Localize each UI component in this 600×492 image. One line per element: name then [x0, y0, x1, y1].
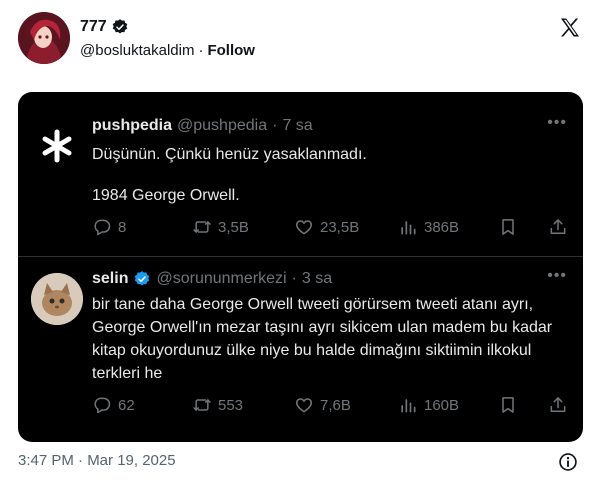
separator-dot: ·	[291, 270, 297, 287]
like-button[interactable]: 23,5B	[294, 217, 359, 237]
more-options-button[interactable]: •••	[547, 267, 567, 285]
pushpedia-avatar[interactable]	[31, 120, 83, 172]
tweet-header: selin @sorununmerkezi · 3 sa	[92, 270, 332, 288]
tweet-header: pushpedia @pushpedia · 7 sa	[92, 117, 313, 135]
share-button[interactable]	[548, 217, 568, 237]
tweet-author-handle[interactable]: @sorununmerkezi	[156, 270, 286, 288]
cat-avatar-illustration	[31, 273, 83, 325]
author-handle-row: @bosluktakaldim · Follow	[80, 42, 255, 59]
verified-badge-icon	[135, 271, 150, 286]
post-timestamp[interactable]: 3:47 PM · Mar 19, 2025	[18, 452, 176, 469]
tweet-author-name[interactable]: selin	[92, 270, 128, 288]
author-name-row: 777	[80, 18, 129, 36]
separator-dot: ·	[272, 117, 278, 134]
tweet-author-name[interactable]: pushpedia	[92, 117, 172, 135]
share-icon	[550, 397, 566, 412]
like-button[interactable]: 7,6B	[294, 395, 351, 415]
tweet-actions: 8 3,5B 23,5B 386B	[92, 217, 572, 241]
reply-button[interactable]: 62	[92, 395, 135, 415]
reply-icon	[94, 219, 111, 236]
asterisk-logo-icon	[42, 129, 72, 163]
tweet-text: bir tane daha George Orwell tweeti görür…	[92, 296, 553, 382]
views-icon	[401, 399, 416, 413]
author-handle[interactable]: @bosluktakaldim	[80, 42, 194, 59]
share-icon	[550, 219, 566, 234]
like-icon	[295, 220, 313, 235]
repost-icon	[193, 399, 211, 411]
repost-icon	[193, 221, 211, 233]
embed-header: 777 @bosluktakaldim · Follow	[18, 12, 584, 66]
separator-dot: ·	[198, 42, 204, 59]
selin-avatar[interactable]	[31, 273, 83, 325]
like-count: 7,6B	[320, 396, 351, 414]
bookmark-icon	[502, 219, 514, 235]
follow-link[interactable]: Follow	[207, 42, 255, 59]
reply-count: 62	[118, 396, 135, 414]
repost-button[interactable]: 3,5B	[192, 217, 249, 237]
reply-tweet[interactable]: selin @sorununmerkezi · 3 sa ••• bir tan…	[18, 257, 583, 442]
tweet-time[interactable]: 3 sa	[302, 270, 332, 288]
share-button[interactable]	[548, 395, 568, 415]
reply-icon	[94, 397, 111, 414]
embedded-conversation-card[interactable]: pushpedia @pushpedia · 7 sa ••• Düşünün.…	[18, 92, 583, 442]
repost-count: 553	[218, 396, 244, 414]
views-button[interactable]: 386B	[398, 217, 459, 237]
bookmark-icon	[502, 397, 514, 413]
repost-button[interactable]: 553	[192, 395, 243, 415]
tweet-actions: 62 553 7,6B 160B	[92, 395, 572, 419]
reply-button[interactable]: 8	[92, 217, 126, 237]
like-icon	[295, 398, 313, 413]
reply-count: 8	[118, 218, 127, 236]
bookmark-button[interactable]	[498, 217, 518, 237]
bookmark-button[interactable]	[498, 395, 518, 415]
info-icon[interactable]	[558, 452, 578, 472]
embed-footer: 3:47 PM · Mar 19, 2025	[18, 452, 584, 472]
views-icon	[401, 221, 416, 235]
avatar-illustration	[18, 12, 70, 64]
verified-badge-icon	[112, 19, 127, 34]
tweet-author-handle[interactable]: @pushpedia	[177, 117, 267, 135]
like-count: 23,5B	[320, 218, 360, 236]
views-count: 160B	[424, 396, 460, 414]
avatar[interactable]	[18, 12, 70, 64]
author-display-name[interactable]: 777	[80, 18, 107, 36]
quoted-tweet[interactable]: pushpedia @pushpedia · 7 sa ••• Düşünün.…	[18, 92, 583, 257]
views-count: 386B	[424, 218, 460, 236]
x-logo-icon[interactable]	[558, 16, 582, 40]
more-options-button[interactable]: •••	[547, 114, 567, 132]
tweet-time[interactable]: 7 sa	[282, 117, 312, 135]
views-button[interactable]: 160B	[398, 395, 459, 415]
tweet-text-line: 1984 George Orwell.	[92, 187, 240, 204]
repost-count: 3,5B	[218, 218, 249, 236]
tweet-text-line: Düşünün. Çünkü henüz yasaklanmadı.	[92, 146, 367, 163]
